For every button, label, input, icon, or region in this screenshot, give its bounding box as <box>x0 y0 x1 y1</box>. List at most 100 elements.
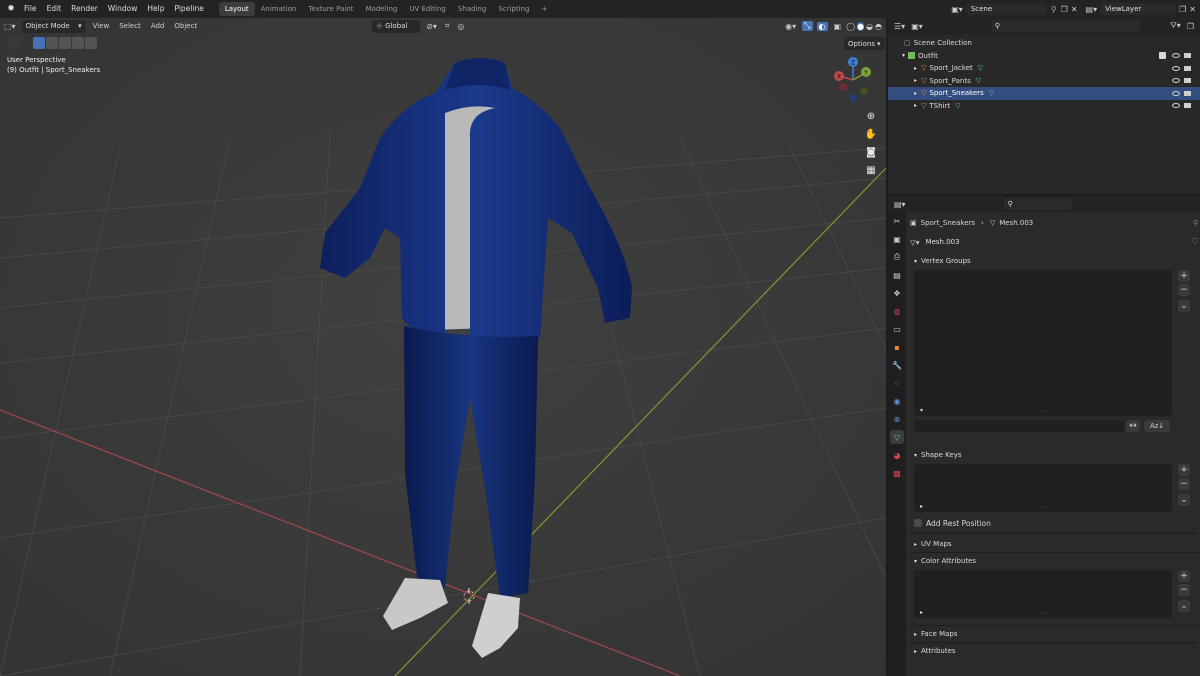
mode-selector[interactable]: Object Mode ▾ <box>21 19 86 33</box>
add-vertex-group-button[interactable]: + <box>1178 270 1190 282</box>
expand-arrow-icon[interactable]: ▸ <box>914 90 917 97</box>
checkbox-icon[interactable] <box>1159 52 1166 60</box>
menu-pipeline[interactable]: Pipeline <box>169 0 208 18</box>
outliner-row-outfit[interactable]: ▾ Outfit <box>888 50 1200 63</box>
outliner-row-sport-pants[interactable]: ▸ ▽ Sport_Pants ▽ <box>888 75 1200 88</box>
camera-icon[interactable]: ◙ <box>862 143 880 161</box>
vertex-groups-list[interactable]: ▾ ⋯ <box>914 270 1172 416</box>
output-tab-icon[interactable]: ⎙ <box>890 250 904 264</box>
view-layer-icon[interactable]: ▤▾ <box>1086 5 1098 14</box>
menu-window[interactable]: Window <box>103 0 143 18</box>
filter-icon[interactable]: ⛛▾ <box>1170 21 1181 31</box>
expand-arrow-icon[interactable]: ▾ <box>902 52 905 59</box>
grid-icon[interactable]: ▦ <box>862 161 880 179</box>
pivot-icon[interactable]: ⊘▾ <box>426 22 437 31</box>
shading-material-icon[interactable]: ◒ <box>866 22 873 31</box>
particles-tab-icon[interactable]: ⁘ <box>890 376 904 390</box>
eye-icon[interactable] <box>1172 65 1180 71</box>
gizmo-neg-y[interactable] <box>860 87 868 95</box>
collapse-arrow-icon[interactable]: ▾ <box>920 407 923 414</box>
select-box-invert-icon[interactable] <box>72 37 84 49</box>
outliner-editor-icon[interactable]: ☰▾ <box>894 22 905 31</box>
shape-keys-header[interactable]: ▾ Shape Keys <box>910 448 1198 462</box>
mesh-data-tab-icon[interactable]: ▽ <box>890 430 904 444</box>
scene-selector-icon[interactable]: ▣▾ <box>951 5 963 14</box>
menu-select[interactable]: Select <box>114 19 146 33</box>
camera-icon[interactable] <box>1184 53 1191 59</box>
collapse-arrow-icon[interactable]: ▸ <box>920 609 923 616</box>
menu-object[interactable]: Object <box>169 19 202 33</box>
outliner-row-sport-sneakers[interactable]: ▸ ▽ Sport_Sneakers ▽ <box>888 87 1200 100</box>
resize-handle-icon[interactable]: ⋯ <box>1042 408 1048 415</box>
properties-search-input[interactable]: ⚲ <box>1003 198 1072 210</box>
camera-icon[interactable] <box>1184 90 1191 96</box>
color-attributes-header[interactable]: ▾ Color Attributes <box>910 554 1198 568</box>
vertex-group-filter-input[interactable] <box>914 420 1124 432</box>
eye-icon[interactable] <box>1172 90 1180 96</box>
shading-rendered-icon[interactable]: ◓ <box>875 22 882 31</box>
shape-keys-list[interactable]: ▸ ⋯ <box>914 464 1172 512</box>
select-tool-icon[interactable] <box>8 37 20 49</box>
object-tab-icon[interactable]: ▪ <box>890 340 904 354</box>
delete-view-layer-icon[interactable]: ✕ <box>1189 5 1196 14</box>
remove-color-attribute-button[interactable]: − <box>1178 584 1190 596</box>
snap-icon[interactable]: ⌗ <box>445 21 450 31</box>
copy-scene-icon[interactable]: ❐ <box>1061 5 1068 14</box>
mesh-browse-icon[interactable]: ▽▾ <box>910 238 920 247</box>
view-layer-tab-icon[interactable]: ▤ <box>890 268 904 282</box>
vertex-group-specials-button[interactable]: ⌄ <box>1178 300 1190 312</box>
editor-type-icon[interactable]: ⬚▾ <box>0 22 20 31</box>
zoom-icon[interactable]: ⊕ <box>862 107 880 125</box>
resize-handle-icon[interactable]: ⋯ <box>1042 504 1048 511</box>
3d-viewport[interactable]: Z Y X ⬚▾ Object Mode ▾ View Select Add Ob… <box>0 18 886 676</box>
uv-maps-header[interactable]: ▸ UV Maps <box>910 537 1198 551</box>
outliner-row-sport-jacket[interactable]: ▸ ▽ Sport_Jacket ▽ <box>888 62 1200 75</box>
gizmo-neg-x[interactable] <box>839 83 847 91</box>
delete-scene-icon[interactable]: ✕ <box>1071 5 1078 14</box>
face-maps-header[interactable]: ▸ Face Maps <box>910 627 1198 641</box>
xray-icon[interactable]: ▣ <box>834 22 842 31</box>
new-collection-icon[interactable]: ❐ <box>1187 22 1194 31</box>
color-attributes-list[interactable]: ▸ ⋯ <box>914 570 1172 618</box>
attributes-header[interactable]: ▸ Attributes <box>910 644 1198 658</box>
remove-shape-key-button[interactable]: − <box>1178 478 1190 490</box>
properties-editor-icon[interactable]: ▤▾ <box>894 200 906 209</box>
outliner-row-tshirt[interactable]: ▸ ▽ TShirt ▽ <box>888 100 1200 113</box>
shading-solid-icon[interactable]: ● <box>857 21 865 31</box>
blender-logo-icon[interactable]: ✹ <box>3 4 19 14</box>
select-box-intersect-icon[interactable] <box>85 37 97 49</box>
view-layer-field[interactable]: ViewLayer <box>1101 3 1177 15</box>
menu-render[interactable]: Render <box>66 0 103 18</box>
menu-add[interactable]: Add <box>146 19 170 33</box>
tab-layout[interactable]: Layout <box>218 2 255 16</box>
select-box-subtract-icon[interactable] <box>59 37 71 49</box>
gizmo-neg-z[interactable] <box>849 94 857 102</box>
transform-orientation-selector[interactable]: ⊹ Global <box>372 19 421 33</box>
modifier-tab-icon[interactable]: 🔧 <box>890 358 904 372</box>
options-button[interactable]: Options ▾ <box>844 37 885 50</box>
pin-icon[interactable]: ⚲ <box>1193 219 1198 227</box>
add-shape-key-button[interactable]: + <box>1178 464 1190 476</box>
outliner-row-scene-collection[interactable]: ▢ Scene Collection <box>888 37 1200 50</box>
copy-view-layer-icon[interactable]: ❐ <box>1179 5 1186 14</box>
proportional-edit-icon[interactable]: ◎ <box>457 22 464 31</box>
sort-icon[interactable]: ↔ <box>1126 420 1140 432</box>
gizmo-toggle-icon[interactable]: ⤡ <box>802 21 813 31</box>
fake-user-icon[interactable]: ⛉ <box>1192 237 1198 247</box>
constraints-tab-icon[interactable]: ⊗ <box>890 412 904 426</box>
tab-animation[interactable]: Animation <box>255 2 303 16</box>
scene-name-field[interactable]: Scene <box>966 3 1047 15</box>
tab-texture-paint[interactable]: Texture Paint <box>302 2 359 16</box>
tab-shading[interactable]: Shading <box>452 2 492 16</box>
expand-arrow-icon[interactable]: ▸ <box>914 65 917 72</box>
shading-wireframe-icon[interactable]: ◯ <box>846 22 855 31</box>
add-rest-position-checkbox[interactable] <box>914 519 922 527</box>
world-tab-icon[interactable]: ◍ <box>890 304 904 318</box>
physics-tab-icon[interactable]: ◉ <box>890 394 904 408</box>
menu-help[interactable]: Help <box>142 0 169 18</box>
eye-icon[interactable] <box>1172 53 1180 59</box>
menu-file[interactable]: File <box>19 0 42 18</box>
remove-vertex-group-button[interactable]: − <box>1178 284 1190 296</box>
hand-icon[interactable]: ✋ <box>862 125 880 143</box>
expand-arrow-icon[interactable]: ▸ <box>914 102 917 109</box>
